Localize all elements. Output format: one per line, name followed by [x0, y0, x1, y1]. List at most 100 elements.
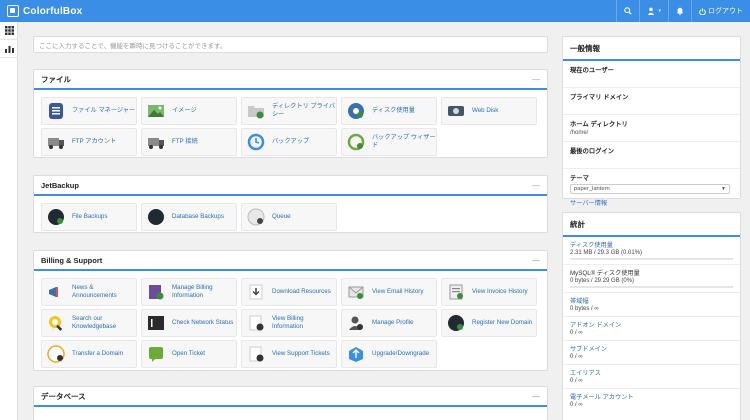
backup-item[interactable]: バックアップ: [241, 128, 337, 156]
logout-button[interactable]: ログアウト: [691, 0, 750, 22]
queue-item[interactable]: Queue: [241, 203, 337, 231]
theme-label: テーマ: [570, 175, 589, 182]
bell-icon: [676, 7, 684, 15]
power-icon: [699, 7, 706, 15]
collapse-icon[interactable]: —: [532, 181, 540, 190]
billing-panel-header[interactable]: Billing & Support —: [34, 251, 547, 271]
feature-search-input[interactable]: ここに入力することで、機能を瞬時に見つけることができます。: [33, 36, 548, 53]
open-ticket-item[interactable]: Open Ticket: [141, 340, 237, 368]
view-billing-item[interactable]: View Billing Information: [241, 309, 337, 337]
email-history-item[interactable]: View Email History: [341, 278, 437, 306]
chevron-down-icon: ▼: [721, 186, 726, 192]
bar-chart-icon: [4, 46, 14, 53]
database-panel: データベース —: [33, 386, 548, 420]
jetbackup-panel-title: JetBackup: [41, 180, 79, 190]
knowledgebase-label: Search our Knowledgebase: [72, 315, 117, 330]
search-button[interactable]: [616, 0, 639, 22]
view-billing-label: View Billing Information: [272, 315, 304, 330]
billing-panel-title: Billing & Support: [41, 255, 103, 265]
stat-aliases-label[interactable]: エイリアス: [570, 368, 733, 377]
directory-privacy-label: ディレクトリ プライバシー: [272, 103, 336, 118]
ftp-connections-item[interactable]: FTP 接続: [141, 128, 237, 156]
home-directory-value: /home/: [570, 130, 589, 136]
support-tickets-item[interactable]: View Support Tickets: [241, 340, 337, 368]
collapse-icon[interactable]: —: [532, 256, 540, 265]
email-history-label: View Email History: [372, 288, 424, 296]
server-info-link[interactable]: サーバー情報: [570, 200, 607, 207]
stat-subdomains-label[interactable]: サブドメイン: [570, 344, 733, 353]
upgrade-downgrade-item[interactable]: Upgrade/Downgrade: [341, 340, 437, 368]
file-backups-label: File Backups: [72, 213, 108, 221]
stats-panel: 統計 ディスク使用量 2.31 MB / 29.3 GB (0.01%) MyS…: [562, 212, 741, 420]
upgrade-icon: [346, 344, 366, 364]
disk-usage-item[interactable]: ディスク使用量: [341, 97, 437, 125]
primary-domain-label: プライマリ ドメイン: [570, 94, 629, 101]
stat-disk-usage-label[interactable]: ディスク使用量: [570, 240, 733, 249]
ftp-accounts-label: FTP アカウント: [72, 138, 117, 146]
stat-addon-domains-value: 0 / ∞: [570, 330, 583, 336]
disk-usage-bar: [570, 258, 733, 260]
directory-privacy-item[interactable]: ディレクトリ プライバシー: [241, 97, 337, 125]
backup-icon: [246, 132, 266, 152]
network-status-item[interactable]: Check Network Status: [141, 309, 237, 337]
stat-addon-domains-label[interactable]: アドオン ドメイン: [570, 320, 733, 329]
images-item[interactable]: イメージ: [141, 97, 237, 125]
database-backups-item[interactable]: Database Backups: [141, 203, 237, 231]
queue-label: Queue: [272, 213, 291, 221]
folder-privacy-icon: [246, 101, 266, 121]
rail-stats-button[interactable]: [0, 40, 18, 58]
stat-addon-domains: アドオン ドメイン 0 / ∞: [563, 317, 740, 341]
file-manager-item[interactable]: ファイル マネージャー: [41, 97, 137, 125]
files-panel: ファイル — ファイル マネージャー イメージ ディレクトリ プライバシー ディ…: [33, 69, 548, 158]
news-item[interactable]: News & Announcements: [41, 278, 137, 306]
rail-home-button[interactable]: [0, 22, 18, 40]
ftp-accounts-item[interactable]: FTP アカウント: [41, 128, 137, 156]
theme-select[interactable]: paper_lantern ▼: [570, 184, 730, 194]
files-panel-header[interactable]: ファイル —: [34, 70, 547, 90]
brand[interactable]: ColorfulBox: [0, 5, 82, 17]
stat-bandwidth-label[interactable]: 帯域幅: [570, 296, 733, 305]
database-panel-header[interactable]: データベース —: [34, 387, 547, 407]
stats-title: 統計: [570, 219, 585, 229]
chevron-down-icon: ▾: [658, 8, 661, 14]
primary-domain-value: [570, 103, 733, 110]
stat-email-accounts: 電子メール アカウント 0 / ∞: [563, 389, 740, 412]
email-history-icon: [346, 282, 366, 302]
knowledgebase-item[interactable]: Search our Knowledgebase: [41, 309, 137, 337]
megaphone-icon: [46, 282, 66, 302]
open-ticket-label: Open Ticket: [172, 350, 206, 358]
general-info-title: 一般情報: [570, 43, 600, 53]
last-login-row: 最後のログイン: [563, 142, 740, 169]
home-directory-row: ホーム ディレクトリ /home/: [563, 115, 740, 142]
web-disk-item[interactable]: Web Disk: [441, 97, 537, 125]
manage-profile-item[interactable]: Manage Profile: [341, 309, 437, 337]
jetbackup-panel: JetBackup — File Backups Database Backup…: [33, 175, 548, 233]
queue-icon: [246, 207, 266, 227]
collapse-icon[interactable]: —: [532, 75, 540, 84]
invoice-history-icon: [446, 282, 466, 302]
notifications-button[interactable]: [668, 0, 691, 22]
backup-wizard-item[interactable]: バックアップ ウィザード: [341, 128, 437, 156]
billing-view-icon: [246, 313, 266, 333]
manage-billing-item[interactable]: Manage Billing Information: [141, 278, 237, 306]
search-icon: [624, 7, 633, 15]
invoice-history-item[interactable]: View Invoice History: [441, 278, 537, 306]
last-login-value: [570, 157, 733, 164]
jetbackup-panel-header[interactable]: JetBackup —: [34, 176, 547, 196]
images-label: イメージ: [172, 107, 197, 115]
register-domain-item[interactable]: Register New Domain: [441, 309, 537, 337]
user-menu-button[interactable]: ▾: [639, 0, 668, 22]
backup-label: バックアップ: [272, 138, 310, 146]
image-icon: [146, 101, 166, 121]
stat-bandwidth-value: 0 bytes / ∞: [570, 306, 599, 312]
download-resources-item[interactable]: Download Resources: [241, 278, 337, 306]
stat-email-accounts-label[interactable]: 電子メール アカウント: [570, 392, 733, 401]
ftp-connections-label: FTP 接続: [172, 138, 198, 146]
stat-disk-usage: ディスク使用量 2.31 MB / 29.3 GB (0.01%): [563, 237, 740, 265]
collapse-icon[interactable]: —: [532, 392, 540, 401]
open-ticket-icon: [146, 344, 166, 364]
grid-icon: [4, 26, 14, 35]
register-domain-label: Register New Domain: [472, 319, 533, 327]
transfer-domain-item[interactable]: Transfer a Domain: [41, 340, 137, 368]
file-backups-item[interactable]: File Backups: [41, 203, 137, 231]
